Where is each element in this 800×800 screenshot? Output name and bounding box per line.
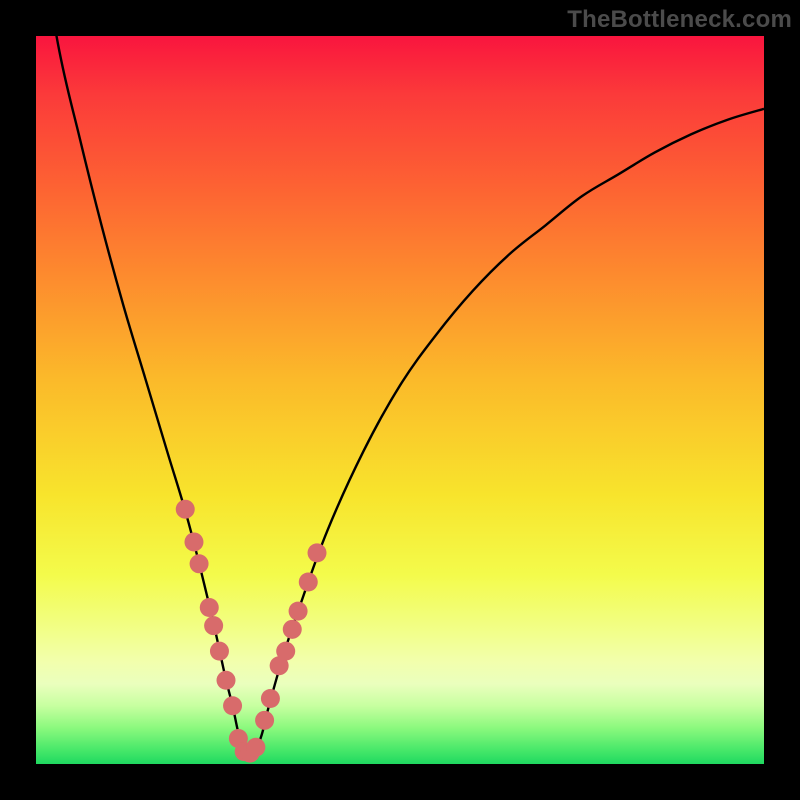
data-dot: [289, 602, 308, 621]
data-dot: [261, 689, 280, 708]
data-dot: [299, 573, 318, 592]
watermark-text: TheBottleneck.com: [567, 6, 792, 34]
data-dot: [283, 620, 302, 639]
chart-svg: [36, 36, 764, 764]
data-dot: [246, 738, 265, 757]
data-dot: [276, 642, 295, 661]
data-dot: [255, 711, 274, 730]
data-dot: [217, 671, 236, 690]
data-dot: [223, 696, 242, 715]
dots-group: [176, 500, 327, 763]
data-dot: [190, 554, 209, 573]
data-dot: [204, 616, 223, 635]
data-dot: [184, 532, 203, 551]
data-dot: [176, 500, 195, 519]
data-dot: [308, 543, 327, 562]
plot-area: [36, 36, 764, 764]
data-dot: [200, 598, 219, 617]
data-dot: [210, 642, 229, 661]
curve-group: [36, 0, 764, 755]
outer-frame: TheBottleneck.com: [0, 0, 800, 800]
bottleneck-curve: [36, 0, 764, 755]
